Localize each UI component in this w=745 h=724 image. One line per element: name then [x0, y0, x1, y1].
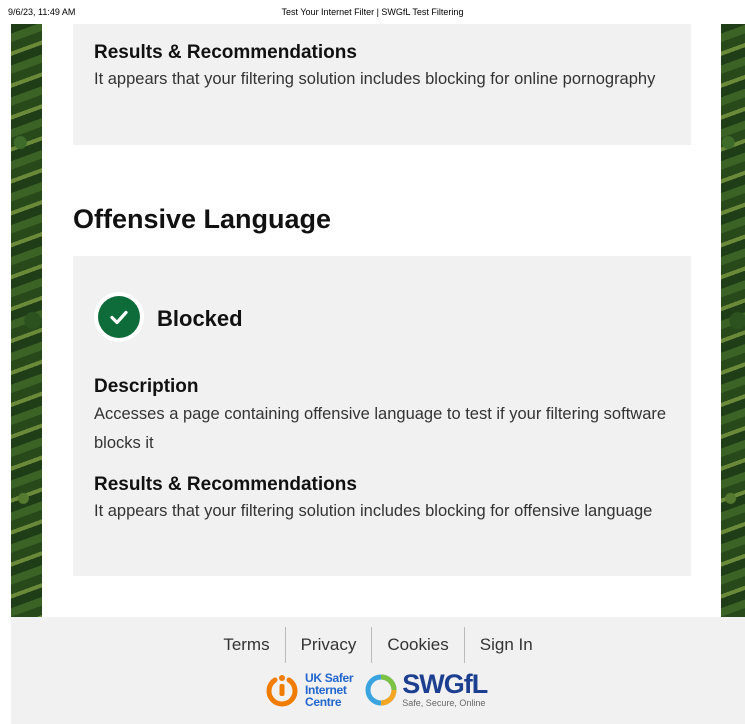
description-heading: Description	[94, 376, 199, 397]
results-text: It appears that your filtering solution …	[94, 70, 656, 88]
cookies-link[interactable]: Cookies	[371, 627, 463, 663]
terms-link[interactable]: Terms	[208, 627, 284, 663]
footer-links: Terms Privacy Cookies Sign In	[11, 627, 745, 663]
swgfl-wordmark: SWGfL	[402, 669, 488, 699]
swgfl-ring-icon	[365, 674, 397, 705]
background-foliage-right	[721, 24, 745, 617]
ukc-logo-line-1: UK Safer	[305, 670, 354, 685]
result-card-pornography: Results & Recommendations It appears tha…	[73, 24, 691, 145]
results-heading: Results & Recommendations	[94, 474, 357, 495]
footer: Terms Privacy Cookies Sign In UK Safer I…	[11, 617, 745, 724]
background-foliage-left	[11, 24, 42, 617]
ukc-logo-line-2: Internet	[305, 682, 347, 697]
power-icon	[266, 674, 298, 706]
result-card-offensive-language: Blocked Description Accesses a page cont…	[73, 256, 691, 576]
sign-in-link[interactable]: Sign In	[463, 627, 548, 663]
swgfl-logo[interactable]: SWGfL Safe, Secure, Online	[363, 669, 488, 708]
main-content: Results & Recommendations It appears tha…	[42, 24, 721, 617]
description-text: Accesses a page containing offensive lan…	[94, 405, 667, 452]
ukc-logo-line-3: Centre	[305, 694, 342, 709]
status-label: Blocked	[157, 306, 243, 331]
print-header: 9/6/23, 11:49 AM Test Your Internet Filt…	[0, 0, 745, 24]
results-heading: Results & Recommendations	[94, 42, 357, 63]
check-circle-icon	[94, 292, 144, 342]
print-page-title: Test Your Internet Filter | SWGfL Test F…	[281, 7, 464, 17]
uk-safer-internet-centre-logo[interactable]: UK Safer Internet Centre	[264, 670, 354, 709]
swgfl-tagline: Safe, Secure, Online	[402, 698, 486, 708]
section-title: Offensive Language	[73, 204, 332, 234]
results-text: It appears that your filtering solution …	[94, 502, 653, 520]
footer-logos: UK Safer Internet Centre SWGfL Safe, Sec…	[264, 669, 488, 709]
privacy-link[interactable]: Privacy	[284, 627, 372, 663]
